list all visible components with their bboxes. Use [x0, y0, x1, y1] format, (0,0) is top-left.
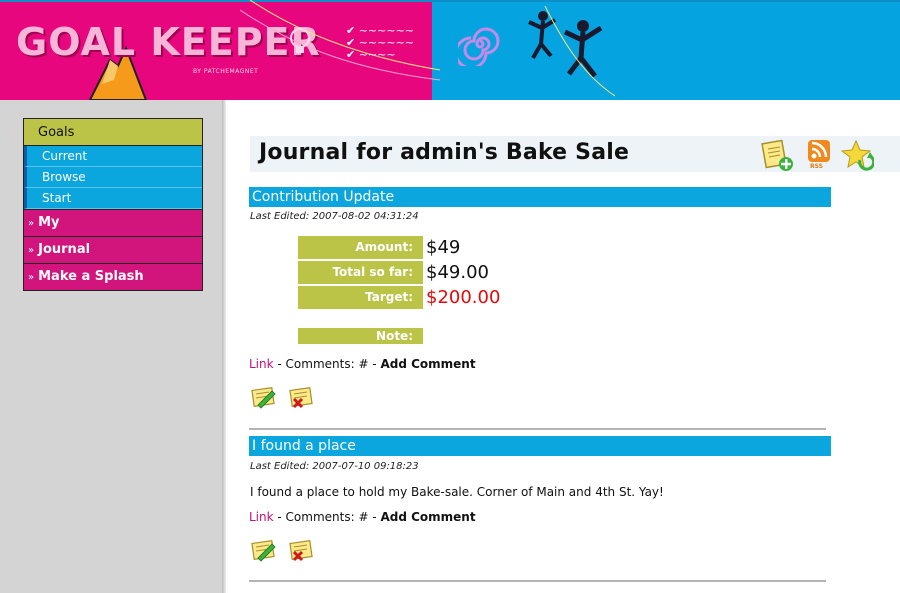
- double-chevron-icon: »: [28, 218, 35, 229]
- edit-entry-icon[interactable]: [250, 538, 278, 562]
- entry-heading: I found a place: [249, 436, 831, 456]
- sidebar-shadow: [222, 100, 226, 593]
- delete-entry-icon[interactable]: [288, 538, 316, 562]
- nav-sub-browse[interactable]: Browse: [24, 167, 202, 188]
- edit-entry-icon[interactable]: [250, 385, 278, 409]
- page-title: Journal for admin's Bake Sale: [259, 140, 630, 165]
- field-value: $200.00: [426, 287, 501, 308]
- note-label: Note:: [298, 328, 423, 344]
- field-value: $49.00: [426, 262, 489, 283]
- svg-text:✔ ~~~~: ✔ ~~~~: [346, 48, 396, 61]
- entry-divider: [249, 428, 826, 430]
- lightbulb-checklist-art: ✔ ~~~~~~ ✔ ~~~~~~ ✔ ~~~~: [240, 0, 440, 81]
- entry-divider: [249, 580, 826, 582]
- double-chevron-icon: »: [28, 245, 35, 256]
- nav-journal[interactable]: » Journal: [24, 236, 202, 263]
- jumping-figures-icon: [528, 6, 615, 97]
- banner-blue-panel: [432, 0, 900, 100]
- nav-my[interactable]: » My: [24, 209, 202, 236]
- comments-text: - Comments: # -: [273, 357, 381, 371]
- nav-sub-current[interactable]: Current: [24, 146, 202, 167]
- new-entry-icon[interactable]: [760, 138, 794, 172]
- favorite-star-icon[interactable]: [840, 138, 874, 172]
- entry-links: Link - Comments: # - Add Comment: [249, 357, 476, 371]
- entry-last-edited: Last Edited: 2007-07-10 09:18:23: [250, 461, 419, 472]
- field-label: Total so far:: [298, 261, 423, 284]
- nav-menu: Goals Current Browse Start » My » Journal …: [23, 118, 203, 291]
- spiral-icon: [458, 27, 500, 66]
- nav-make-a-splash[interactable]: » Make a Splash: [24, 263, 202, 290]
- field-value: $49: [426, 237, 461, 258]
- comments-text: - Comments: # -: [273, 510, 381, 524]
- field-label: Amount:: [298, 236, 423, 259]
- entry-last-edited: Last Edited: 2007-08-02 04:31:24: [250, 211, 419, 222]
- banner-top-line: [0, 0, 900, 2]
- nav-splash-label: Make a Splash: [38, 269, 144, 284]
- double-chevron-icon: »: [28, 272, 35, 283]
- header-banner: GOAL KEEPER BY PATCHEMAGNET ✔ ~~~~~~ ✔ ~…: [0, 0, 900, 100]
- entry-links: Link - Comments: # - Add Comment: [249, 510, 476, 524]
- permalink[interactable]: Link: [249, 357, 274, 371]
- nav-sub-start[interactable]: Start: [24, 188, 202, 209]
- rss-label: RSS: [810, 163, 823, 170]
- delete-entry-icon[interactable]: [288, 385, 316, 409]
- add-comment-link[interactable]: Add Comment: [380, 510, 475, 524]
- entry-heading: Contribution Update: [249, 187, 831, 207]
- field-label: Target:: [298, 286, 423, 309]
- title-bar: Journal for admin's Bake Sale RSS: [250, 136, 900, 172]
- permalink[interactable]: Link: [249, 510, 274, 524]
- nav-goals[interactable]: Goals: [24, 119, 202, 146]
- add-comment-link[interactable]: Add Comment: [380, 357, 475, 371]
- nav-journal-label: Journal: [38, 242, 91, 257]
- nav-my-label: My: [38, 215, 60, 230]
- entry-body: I found a place to hold my Bake-sale. Co…: [250, 485, 664, 499]
